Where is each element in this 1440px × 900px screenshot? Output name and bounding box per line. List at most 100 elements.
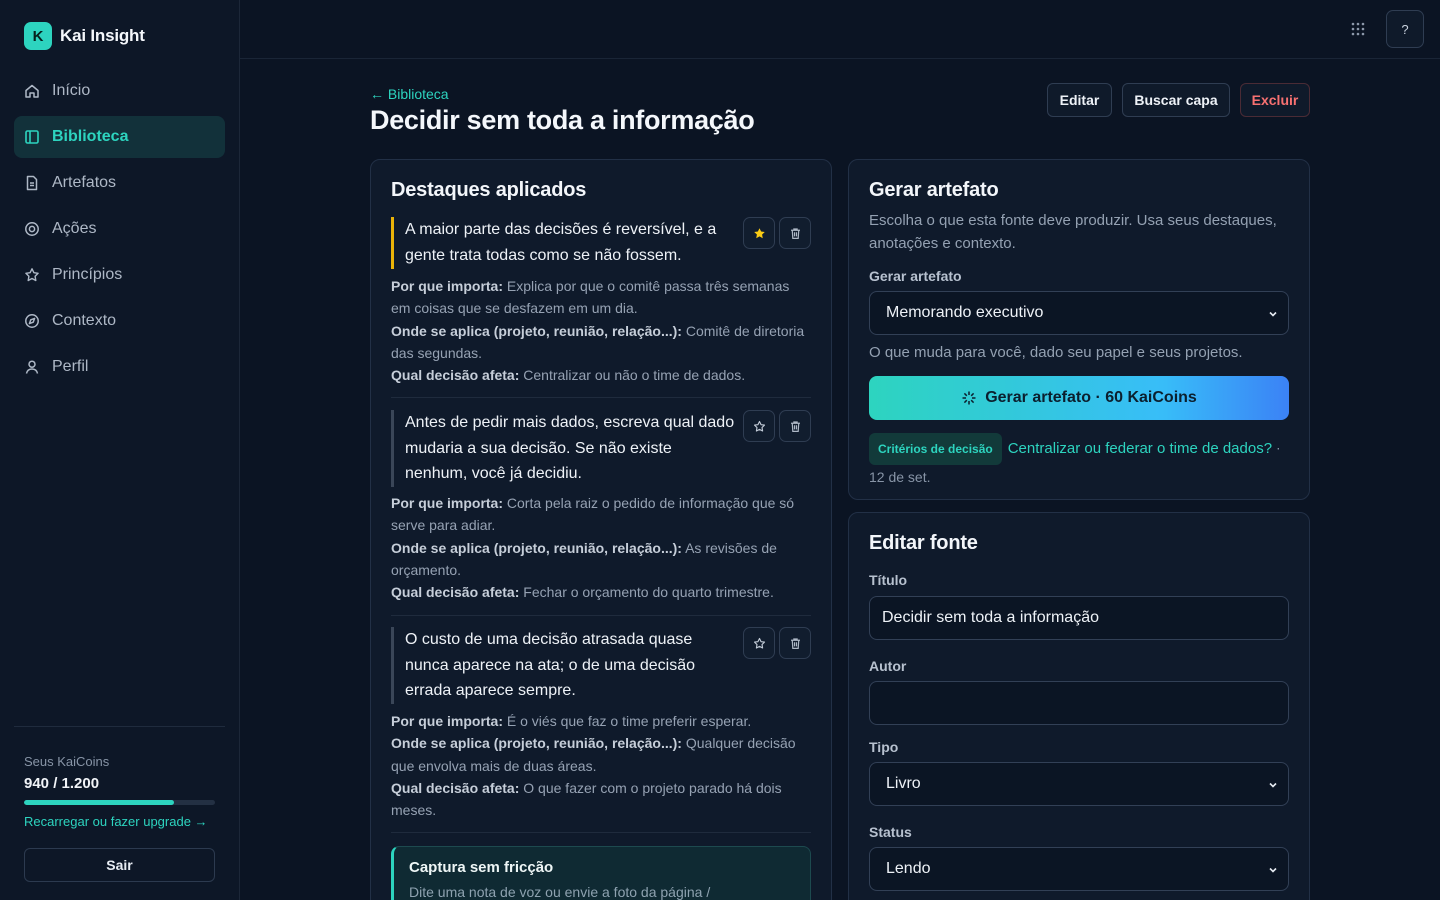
coins-value: 940 / 1.200 (24, 775, 100, 792)
delete-highlight-button[interactable] (779, 627, 811, 659)
edit-button[interactable]: Editar (1047, 83, 1112, 117)
chevron-down-icon (1269, 782, 1277, 788)
status-select[interactable]: Lendo (869, 847, 1289, 891)
sidebar-divider (14, 726, 225, 727)
sidebar-item-label: Perfil (52, 358, 89, 375)
recent-artifact-date: 12 de set. (869, 469, 931, 485)
author-input[interactable] (869, 681, 1289, 725)
status-select-value: Lendo (886, 860, 931, 877)
page-title: Decidir sem toda a informação (370, 105, 755, 135)
highlight-why: Por que importa: Explica por que o comit… (391, 278, 790, 317)
artifact-type-select[interactable]: Memorando executivo (869, 291, 1289, 335)
brand[interactable]: K Kai Insight (24, 22, 145, 50)
home-icon (25, 84, 39, 98)
delete-highlight-button[interactable] (779, 410, 811, 442)
highlight-why: Por que importa: Corta pela raiz o pedid… (391, 495, 795, 534)
highlights-panel: Destaques aplicados A maior parte das de… (370, 159, 832, 900)
brand-logo: K (24, 22, 52, 50)
sidebar-item-label: Contexto (52, 312, 117, 329)
target-icon (25, 222, 39, 236)
sidebar-item-contexto[interactable]: Contexto (14, 300, 225, 342)
status-field-label: Status (869, 824, 912, 840)
help-button[interactable]: ? (1386, 10, 1424, 48)
back-to-library-link[interactable]: ← Biblioteca (370, 86, 449, 102)
star-icon (25, 268, 39, 282)
recent-artifact-link[interactable]: Centralizar ou federar o time de dados? (1008, 440, 1272, 457)
highlight-quote: A maior parte das decisões é reversível,… (391, 217, 736, 269)
sidebar-item-label: Início (52, 82, 91, 99)
chevron-down-icon (1269, 311, 1277, 317)
sidebar-item-principios[interactable]: Princípios (14, 254, 225, 296)
highlight-decision: Qual decisão afeta: O que fazer com o pr… (391, 779, 782, 819)
edit-source-panel: Editar fonte Título Decidir sem toda a i… (848, 512, 1310, 900)
apps-grid-icon[interactable] (1350, 21, 1366, 37)
title-input-value: Decidir sem toda a informação (882, 609, 1099, 626)
artifact-type-badge: Critérios de decisão (869, 433, 1002, 465)
highlight-meta: Por que importa: Corta pela raiz o pedid… (391, 492, 811, 603)
title-field-label: Título (869, 572, 908, 588)
favorite-button[interactable] (743, 627, 775, 659)
recent-separator: · (1275, 439, 1281, 456)
highlight-divider (391, 397, 811, 398)
highlight-where: Onde se aplica (projeto, reunião, relaçã… (391, 735, 796, 774)
topbar: ? (240, 0, 1440, 59)
edit-source-title: Editar fonte (869, 532, 978, 554)
sidebar-item-inicio[interactable]: Início (14, 70, 225, 112)
highlight-meta: Por que importa: É o viés que faz o time… (391, 710, 811, 821)
capture-title: Captura sem fricção (409, 859, 554, 876)
star-filled-icon (753, 227, 765, 238)
coins-progress-fill (24, 800, 174, 805)
trash-icon (790, 420, 800, 432)
highlight-divider (391, 832, 811, 833)
highlight-quote: O custo de uma decisão atrasada quase nu… (391, 627, 736, 704)
user-icon (25, 360, 39, 374)
title-input[interactable]: Decidir sem toda a informação (869, 596, 1289, 640)
sidebar-item-label: Ações (52, 220, 97, 237)
trash-icon (790, 637, 800, 649)
highlight-divider (391, 615, 811, 616)
artifact-select-label: Gerar artefato (869, 268, 962, 284)
sidebar-item-artefatos[interactable]: Artefatos (14, 162, 225, 204)
favorite-button[interactable] (743, 410, 775, 442)
capture-desc: Dite uma nota de voz ou envie a foto da … (409, 884, 711, 900)
sidebar-item-label: Princípios (52, 266, 123, 283)
highlight-where: Onde se aplica (projeto, reunião, relaçã… (391, 539, 777, 578)
sidebar-item-acoes[interactable]: Ações (14, 208, 225, 250)
logout-button[interactable]: Sair (24, 848, 215, 882)
sidebar-nav: Início Biblioteca Artefatos Ações Princí… (14, 70, 225, 392)
favorite-button[interactable] (743, 217, 775, 249)
sidebar-item-label: Artefatos (52, 174, 117, 191)
generate-desc: Escolha o que esta fonte deve produzir. … (869, 212, 1277, 252)
compass-icon (25, 314, 39, 328)
highlight-quote: Antes de pedir mais dados, escreva qual … (391, 410, 736, 487)
sidebar: K Kai Insight Início Biblioteca Artefato… (0, 0, 240, 900)
brand-name: Kai Insight (60, 26, 145, 45)
sidebar-item-perfil[interactable]: Perfil (14, 346, 225, 388)
sparkle-icon (962, 391, 976, 405)
generate-hint: O que muda para você, dado seu papel e s… (869, 344, 1243, 361)
coins-progress-bar (24, 800, 215, 805)
author-field-label: Autor (869, 658, 907, 674)
type-select[interactable]: Livro (869, 762, 1289, 806)
sidebar-item-biblioteca[interactable]: Biblioteca (14, 116, 225, 158)
recharge-link[interactable]: Recarregar ou fazer upgrade → (24, 814, 208, 829)
highlight-why: Por que importa: É o viés que faz o time… (391, 713, 752, 729)
highlight-where: Onde se aplica (projeto, reunião, relaçã… (391, 322, 805, 361)
highlights-title: Destaques aplicados (391, 179, 587, 201)
generate-artifact-button[interactable]: Gerar artefato · 60 KaiCoins (869, 376, 1289, 420)
highlight-decision: Qual decisão afeta: Fechar o orçamento d… (391, 584, 774, 601)
search-cover-button[interactable]: Buscar capa (1122, 83, 1230, 117)
star-outline-icon (753, 637, 765, 649)
highlight-actions (743, 217, 811, 249)
highlight-meta: Por que importa: Explica por que o comit… (391, 275, 811, 386)
sidebar-item-label: Biblioteca (52, 128, 129, 145)
chevron-down-icon (1269, 867, 1277, 873)
document-icon (26, 175, 38, 191)
book-icon (25, 130, 39, 144)
type-field-label: Tipo (869, 739, 899, 755)
delete-highlight-button[interactable] (779, 217, 811, 249)
recent-artifact: Critérios de decisão Centralizar ou feder… (869, 433, 1294, 489)
delete-button[interactable]: Excluir (1240, 83, 1310, 117)
highlight-actions (743, 627, 811, 659)
capture-card[interactable]: Captura sem fricção Dite uma nota de voz… (391, 846, 811, 900)
